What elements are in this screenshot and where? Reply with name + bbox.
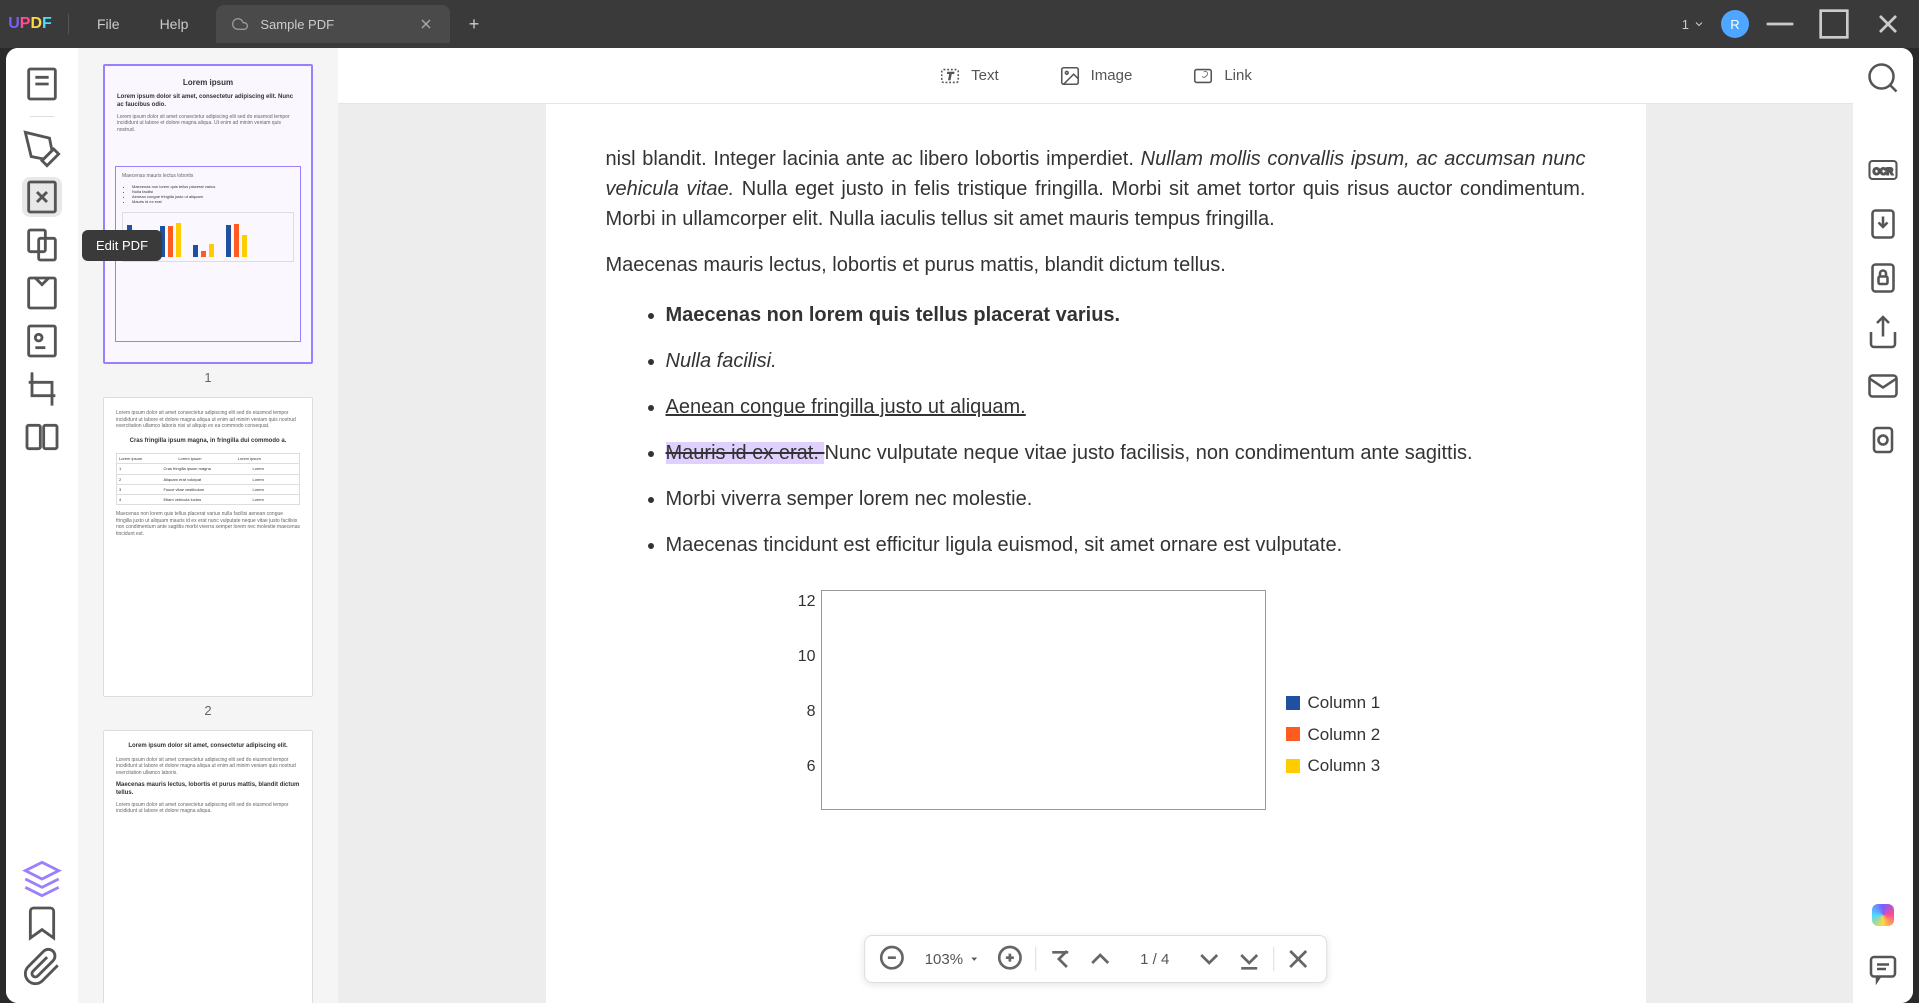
last-page-button[interactable] <box>1233 943 1265 975</box>
tool-label: Image <box>1091 67 1133 84</box>
page-indicator[interactable]: 1 / 4 <box>1124 951 1185 968</box>
tool-label: Text <box>971 67 999 84</box>
share-button[interactable] <box>1865 314 1901 350</box>
zoom-toolbar: 103% 1 / 4 <box>864 935 1328 983</box>
protect-button[interactable] <box>1865 260 1901 296</box>
tool-label: Link <box>1224 67 1252 84</box>
zoom-out-button[interactable] <box>877 943 909 975</box>
legend-label: Column 1 <box>1308 690 1381 716</box>
divider <box>68 14 69 34</box>
prev-page-button[interactable] <box>1084 943 1116 975</box>
zoom-in-button[interactable] <box>995 943 1027 975</box>
layers-button[interactable] <box>22 859 62 899</box>
bullet-item: Morbi viverra semper lorem nec molestie. <box>666 484 1586 514</box>
thumb-subheading: Maecenas mauris lectus, lobortis et puru… <box>116 782 300 798</box>
divider <box>30 116 54 117</box>
legend-label: Column 2 <box>1308 722 1381 748</box>
user-avatar[interactable]: R <box>1721 10 1749 38</box>
chart-legend: Column 1 Column 2 Column 3 <box>1286 590 1381 850</box>
ai-button[interactable] <box>1865 897 1901 933</box>
window-count[interactable]: 1 <box>1674 13 1713 36</box>
next-page-button[interactable] <box>1193 943 1225 975</box>
legend-swatch <box>1286 696 1300 710</box>
ocr-button[interactable]: OCR <box>1865 152 1901 188</box>
chart: 121086 Column 1 Column 2 Column 3 <box>786 590 1586 850</box>
redact-tool[interactable] <box>22 321 62 361</box>
menu-file[interactable]: File <box>77 16 140 32</box>
thumb-text: Lorem ipsum dolor sit amet consectetur a… <box>117 114 299 134</box>
compare-tool[interactable] <box>22 417 62 457</box>
link-icon <box>1192 65 1214 87</box>
edit-pdf-tool[interactable] <box>22 177 62 217</box>
image-icon <box>1059 65 1081 87</box>
bullet-item: Maecenas non lorem quis tellus placerat … <box>666 300 1586 330</box>
comment-tool[interactable] <box>22 129 62 169</box>
document-tab[interactable]: Sample PDF <box>216 5 450 43</box>
crop-tool[interactable] <box>22 369 62 409</box>
cloud-icon <box>232 16 248 32</box>
thumb-number: 1 <box>204 370 211 385</box>
thumb-title: Lorem ipsum <box>117 78 299 88</box>
divider <box>1035 947 1036 971</box>
email-button[interactable] <box>1865 368 1901 404</box>
thumb-subtitle: Lorem ipsum dolor sit amet, consectetur … <box>117 94 299 110</box>
bullet-item: Mauris id ex erat. Nunc vulputate neque … <box>666 438 1586 468</box>
edit-image-tool[interactable]: Image <box>1059 65 1133 87</box>
search-button[interactable] <box>1865 60 1901 96</box>
bullet-item: Nulla facilisi. <box>666 346 1586 376</box>
thumb-text: Lorem ipsum dolor sit amet consectetur a… <box>116 802 300 815</box>
divider <box>1273 947 1274 971</box>
legend-swatch <box>1286 727 1300 741</box>
menu-help[interactable]: Help <box>140 16 209 32</box>
form-tool[interactable] <box>22 273 62 313</box>
thumbnail-page-1[interactable]: Lorem ipsum Lorem ipsum dolor sit amet, … <box>103 64 313 364</box>
thumb-heading: Cras fringilla ipsum magna, in fringilla… <box>116 438 300 446</box>
attachment-button[interactable] <box>22 947 62 987</box>
bullet-item: Aenean congue fringilla justo ut aliquam… <box>666 392 1586 422</box>
thumb-text: Lorem ipsum dolor sit amet consectetur a… <box>116 757 300 777</box>
bookmark-button[interactable] <box>22 903 62 943</box>
comment-panel-button[interactable] <box>1865 951 1901 987</box>
tooltip-edit-pdf: Edit PDF <box>82 230 162 261</box>
bullet-item: Maecenas tincidunt est efficitur ligula … <box>666 530 1586 560</box>
thumb-number: 2 <box>204 703 211 718</box>
thumb-text: Lorem ipsum dolor sit amet consectetur a… <box>116 410 300 430</box>
export-button[interactable] <box>1865 206 1901 242</box>
chart-y-axis: 121086 <box>786 590 816 810</box>
maximize-button[interactable] <box>1811 8 1857 40</box>
minimize-button[interactable] <box>1757 8 1803 40</box>
edit-text-tool[interactable]: T Text <box>939 65 999 87</box>
legend-swatch <box>1286 759 1300 773</box>
print-button[interactable] <box>1865 422 1901 458</box>
new-tab-button[interactable]: + <box>458 8 490 40</box>
thumbnail-page-3[interactable]: Lorem ipsum dolor sit amet, consectetur … <box>103 730 313 1003</box>
ai-icon <box>1872 904 1894 926</box>
thumbnail-page-2[interactable]: Lorem ipsum dolor sit amet consectetur a… <box>103 397 313 697</box>
zoom-value[interactable]: 103% <box>917 951 987 968</box>
thumb-text: Maecenas non lorem quis tellus placerat … <box>116 511 300 537</box>
organize-tool[interactable] <box>22 225 62 265</box>
tab-title: Sample PDF <box>260 17 334 32</box>
close-icon[interactable] <box>418 16 434 32</box>
svg-text:OCR: OCR <box>1873 167 1894 177</box>
app-logo: UPDF <box>0 15 60 33</box>
text-icon: T <box>939 65 961 87</box>
chart-plot-area <box>821 590 1266 810</box>
paragraph: Maecenas mauris lectus, lobortis et puru… <box>606 250 1586 280</box>
reader-tool[interactable] <box>22 64 62 104</box>
close-window-button[interactable] <box>1865 8 1911 40</box>
pdf-page[interactable]: nisl blandit. Integer lacinia ante ac li… <box>546 104 1646 1003</box>
thumbnail-panel: Lorem ipsum Lorem ipsum dolor sit amet, … <box>78 48 338 1003</box>
svg-text:T: T <box>947 71 954 82</box>
paragraph: nisl blandit. Integer lacinia ante ac li… <box>606 144 1586 234</box>
legend-label: Column 3 <box>1308 753 1381 779</box>
close-zoom-button[interactable] <box>1282 943 1314 975</box>
first-page-button[interactable] <box>1044 943 1076 975</box>
edit-link-tool[interactable]: Link <box>1192 65 1252 87</box>
thumb-heading: Lorem ipsum dolor sit amet, consectetur … <box>116 743 300 751</box>
